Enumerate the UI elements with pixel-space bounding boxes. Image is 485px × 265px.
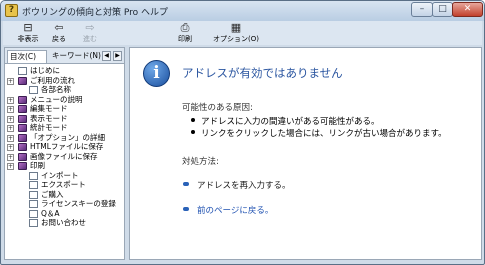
toolbar: ⊟ 非表示 ⇦ 戻る ⇨ 進む ⎙ 印刷 ▦ オプション(O) [3,21,482,45]
page-icon [29,219,38,227]
go-back-link-text[interactable]: 前のページに戻る。 [197,204,273,216]
minimize-button[interactable]: – [411,2,433,17]
back-button[interactable]: ⇦ 戻る [47,21,71,45]
nav-tabs: 目次(C) キーワード(N) ◀ ▶ [5,48,124,64]
tree-item-label[interactable]: 画像ファイルに保存 [30,152,98,162]
options-icon: ▦ [230,21,242,34]
expand-plus-icon[interactable]: + [7,115,14,123]
tree-item-label[interactable]: お問い合わせ [41,218,86,228]
tree-item-label[interactable]: ご利用の流れ [30,76,75,86]
tree-item-label[interactable]: ご購入 [41,190,64,200]
tree-item-label[interactable]: 編集モード [30,104,68,114]
expand-plus-icon[interactable]: + [7,163,14,170]
contents-tree: はじめに + ご利用の流れ 各部名称 + メニューの説明 + 編集モード + 表示モード + 統計モー… [7,66,123,229]
tree-item-label[interactable]: 印刷 [30,161,45,171]
book-icon [18,133,27,142]
arrow-bullet-icon [183,182,189,186]
back-arrow-icon: ⇦ [54,21,64,34]
page-icon [18,67,27,75]
page-icon [29,171,38,180]
tree-item-label[interactable]: 各部名称 [41,85,71,95]
causes-title: 可能性のある原因: [182,103,253,113]
book-icon [18,162,27,170]
cause-text: アドレスに入力の間違いがある可能性がある。 [201,117,380,127]
book-icon [18,152,27,161]
expand-plus-icon[interactable]: + [7,106,14,113]
tree-item-label[interactable]: 「オプション」の詳細 [30,133,105,143]
options-button[interactable]: ▦ オプション(O) [211,21,261,45]
tab-scroll-right-icon[interactable]: ▶ [113,51,122,61]
forward-button[interactable]: ⇨ 進む [78,21,102,45]
tree-item[interactable]: + 画像ファイルに保存 [7,152,123,163]
book-icon [18,143,27,151]
arrow-bullet-icon [183,207,189,211]
hide-pane-icon: ⊟ [23,21,33,34]
tab-keyword[interactable]: キーワード(N) [50,50,101,63]
forward-arrow-icon: ⇨ [85,21,95,34]
navigation-pane: 目次(C) キーワード(N) ◀ ▶ はじめに + ご利用の流れ 各部名称 + メニューの… [4,47,125,260]
help-app-icon: ? [5,4,18,17]
tree-item-label[interactable]: エクスポート [41,180,86,190]
bullet-icon [191,130,195,134]
options-label: オプション(O) [213,35,259,43]
printer-icon: ⎙ [180,21,190,34]
book-icon [18,124,27,132]
expand-plus-icon[interactable]: + [7,125,14,132]
title-bar[interactable]: ? ボウリングの傾向と対策 Pro ヘルプ – □ ✕ [1,1,484,21]
tree-item-label[interactable]: はじめに [30,66,60,76]
maximize-button[interactable]: □ [432,2,453,17]
expand-plus-icon[interactable]: + [7,144,14,151]
hide-button[interactable]: ⊟ 非表示 [13,21,43,45]
expand-plus-icon[interactable]: + [7,77,14,85]
back-label: 戻る [52,35,66,43]
cause-text: リンクをクリックした場合には、リンクが古い場合があります。 [201,129,447,139]
fix-title: 対処方法: [182,157,219,167]
retype-address-item: アドレスを再入力する。 [183,179,383,191]
cause-item: リンクをクリックした場合には、リンクが古い場合があります。 [191,127,471,139]
page-icon [29,190,38,199]
forward-label: 進む [83,35,97,43]
expand-plus-icon[interactable]: + [7,96,14,104]
page-icon [29,86,38,94]
tree-item-label[interactable]: ライセンスキーの登録 [41,199,116,209]
tree-item[interactable]: エクスポート [7,180,123,191]
tree-item-label[interactable]: Q＆A [41,209,60,219]
help-window: ? ボウリングの傾向と対策 Pro ヘルプ – □ ✕ ⊟ 非表示 ⇦ 戻る ⇨… [0,0,485,265]
page-icon [29,181,38,189]
tree-item-label[interactable]: HTMLファイルに保存 [30,142,103,152]
expand-plus-icon[interactable]: + [7,134,14,142]
print-button[interactable]: ⎙ 印刷 [173,21,197,45]
tab-contents[interactable]: 目次(C) [7,50,47,63]
tab-scroll-left-icon[interactable]: ◀ [102,51,111,61]
content-pane: i アドレスが有効ではありません 可能性のある原因: アドレスに入力の間違いがあ… [129,47,482,260]
page-icon [29,209,38,218]
retype-address-text: アドレスを再入力する。 [197,181,291,191]
book-icon [18,76,27,85]
tree-item-label[interactable]: インポート [41,171,79,181]
tree-item[interactable]: お問い合わせ [7,218,123,229]
tree-item-label[interactable]: 表示モード [30,114,68,124]
book-icon [18,95,27,104]
tree-item-label[interactable]: メニューの説明 [30,95,83,105]
bullet-icon [191,118,195,122]
hide-label: 非表示 [17,35,39,43]
error-heading: アドレスが有効ではありません [182,66,343,80]
info-icon: i [143,60,170,87]
tree-item[interactable]: ライセンスキーの登録 [7,199,123,210]
tree-item-label[interactable]: 統計モード [30,123,68,133]
close-button[interactable]: ✕ [452,2,483,17]
book-icon [18,105,27,113]
book-icon [18,114,27,123]
page-icon [29,200,38,208]
go-back-link[interactable]: 前のページに戻る。 [183,204,383,216]
expand-plus-icon[interactable]: + [7,153,14,161]
cause-item: アドレスに入力の間違いがある可能性がある。 [191,115,461,127]
print-label: 印刷 [178,35,192,43]
window-title: ボウリングの傾向と対策 Pro ヘルプ [22,8,169,18]
